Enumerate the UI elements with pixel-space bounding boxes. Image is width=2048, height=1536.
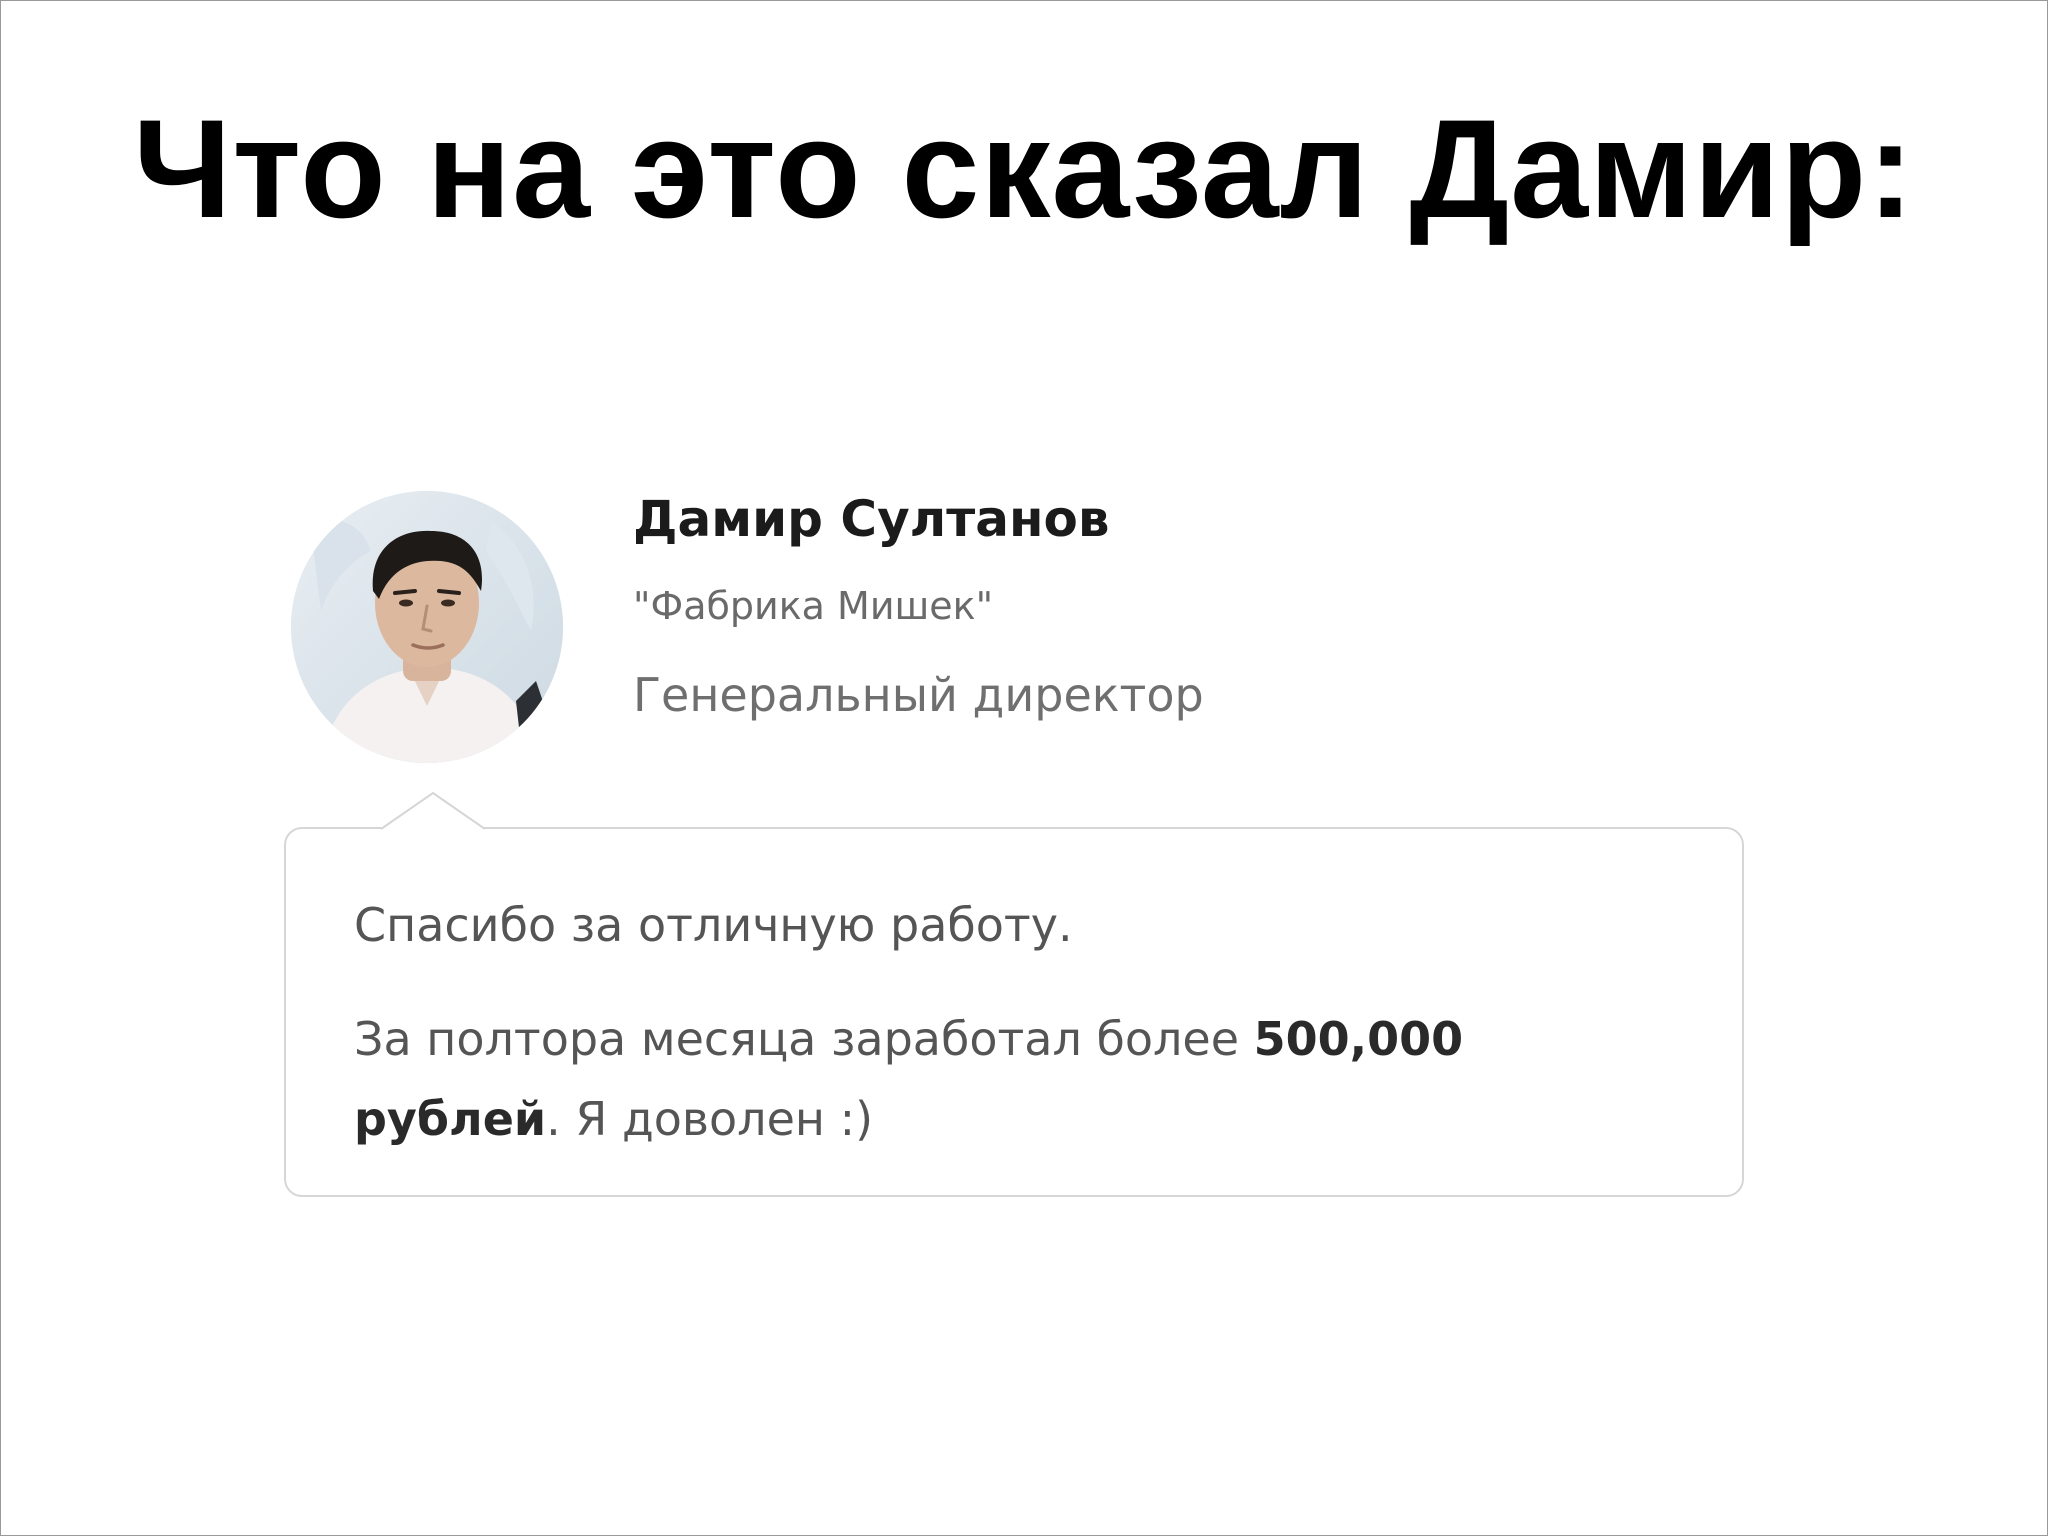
message-suffix: . Я доволен :) <box>546 1092 874 1146</box>
testimonial-message-line2: За полтора месяца заработал более 500,00… <box>354 999 1654 1159</box>
bubble-pointer <box>381 791 486 830</box>
person-position: Генеральный директор <box>633 668 1204 722</box>
testimonial-bubble: Спасибо за отличную работу. За полтора м… <box>284 827 1744 1197</box>
slide-title: Что на это сказал Дамир: <box>133 90 1915 247</box>
person-name: Дамир Султанов <box>633 490 1110 548</box>
slide: Что на это сказал Дамир: Дамир Султанов … <box>0 0 2048 1536</box>
avatar <box>291 491 563 763</box>
message-prefix: За полтора месяца заработал более <box>354 1012 1254 1066</box>
person-company: "Фабрика Мишек" <box>633 584 994 628</box>
testimonial-message-line1: Спасибо за отличную работу. <box>354 898 1073 952</box>
avatar-photo <box>291 491 563 763</box>
